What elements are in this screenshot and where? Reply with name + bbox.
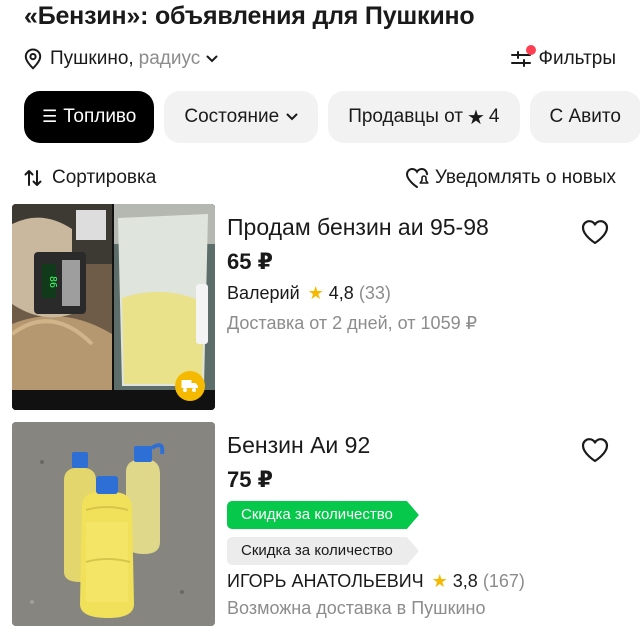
listing-title[interactable]: Продам бензин аи 95-98 <box>227 214 628 241</box>
chevron-down-icon <box>286 113 298 121</box>
filter-chips: ☰ Топливо Состояние Продавцы от ★ 4 С Ав… <box>24 91 640 143</box>
location-name: Пушкино, <box>50 48 134 69</box>
filters-button[interactable]: Фильтры <box>509 45 616 71</box>
chip-sellers-label: Продавцы от <box>348 106 463 127</box>
sort-row: Сортировка Уведомлять о новых <box>24 164 616 192</box>
filters-icon <box>509 45 536 71</box>
star-icon: ★ <box>431 571 448 591</box>
filters-label: Фильтры <box>538 48 616 69</box>
location-pin-icon <box>24 48 42 70</box>
listing-price: 75 ₽ <box>227 467 273 492</box>
chip-condition[interactable]: Состояние <box>164 91 319 143</box>
listing-photo-gallery[interactable] <box>12 422 215 626</box>
page-title: «Бензин»: объявления для Пушкино <box>24 2 475 30</box>
listing-photo-gallery[interactable]: 86 <box>12 204 215 410</box>
discount-badges: Скидка за количество Скидка за количеств… <box>227 493 628 565</box>
truck-icon <box>181 380 198 392</box>
listing-info: Продам бензин аи 95-98 65 ₽ Валерий ★ 4,… <box>227 214 628 334</box>
seller-rating: 3,8 <box>452 571 478 591</box>
notify-button[interactable]: Уведомлять о новых <box>405 167 616 189</box>
notify-label: Уведомлять о новых <box>434 167 616 188</box>
heart-bell-icon <box>405 167 429 188</box>
meter-display-reading: 86 <box>47 276 58 288</box>
favorite-button[interactable] <box>580 218 610 248</box>
sort-label: Сортировка <box>52 167 157 188</box>
listing-photo <box>12 422 215 626</box>
chip-avito-label: С Авито <box>549 106 621 127</box>
location-selector[interactable]: Пушкино, радиус <box>24 48 226 70</box>
favorite-button[interactable] <box>580 436 610 466</box>
chevron-down-icon <box>206 55 218 63</box>
sort-button[interactable]: Сортировка <box>24 167 156 189</box>
listing-title[interactable]: Бензин Аи 92 <box>227 432 628 459</box>
discount-badge-green: Скидка за количество <box>227 501 419 529</box>
listing-price: 65 ₽ <box>227 249 273 274</box>
chip-sellers-rating-value: 4 <box>488 106 500 127</box>
heart-icon <box>581 438 609 463</box>
delivery-info: Возможна доставка в Пушкино <box>227 598 486 618</box>
delivery-info: Доставка от 2 дней, от 1059 ₽ <box>227 313 478 333</box>
listing-card[interactable]: 86 Продам бензин аи 95-98 65 ₽ Валерий ★… <box>12 204 628 412</box>
listing-info: Бензин Аи 92 75 ₽ Скидка за количество С… <box>227 432 628 619</box>
seller-reviews-count: (33) <box>358 283 391 303</box>
query-filter-icon: ☰ <box>42 107 57 126</box>
location-row: Пушкино, радиус Фильтры <box>24 44 616 74</box>
chip-fuel[interactable]: ☰ Топливо <box>24 91 155 143</box>
chip-fuel-label: Топливо <box>63 106 137 127</box>
listing-card[interactable]: Бензин Аи 92 75 ₽ Скидка за количество С… <box>12 422 628 632</box>
chip-condition-label: Состояние <box>184 106 280 127</box>
star-icon: ★ <box>466 106 485 129</box>
seller-info: ИГОРЬ АНАТОЛЬЕВИЧ ★ 3,8 (167) <box>227 571 628 592</box>
seller-rating: 4,8 <box>328 283 354 303</box>
seller-name: Валерий <box>227 283 300 303</box>
radius-label: радиус <box>138 48 201 69</box>
filters-notification-dot <box>525 45 536 55</box>
chip-sellers-rating[interactable]: Продавцы от ★ 4 <box>328 91 520 143</box>
sort-icon <box>24 170 42 186</box>
heart-icon <box>581 220 609 245</box>
star-icon: ★ <box>307 283 324 303</box>
seller-name: ИГОРЬ АНАТОЛЬЕВИЧ <box>227 571 424 591</box>
chip-avito[interactable]: С Авито <box>529 91 640 143</box>
seller-info: Валерий ★ 4,8 (33) <box>227 283 628 304</box>
delivery-truck-badge <box>175 371 205 401</box>
seller-reviews-count: (167) <box>482 571 525 591</box>
discount-badge-gray: Скидка за количество <box>227 537 419 565</box>
